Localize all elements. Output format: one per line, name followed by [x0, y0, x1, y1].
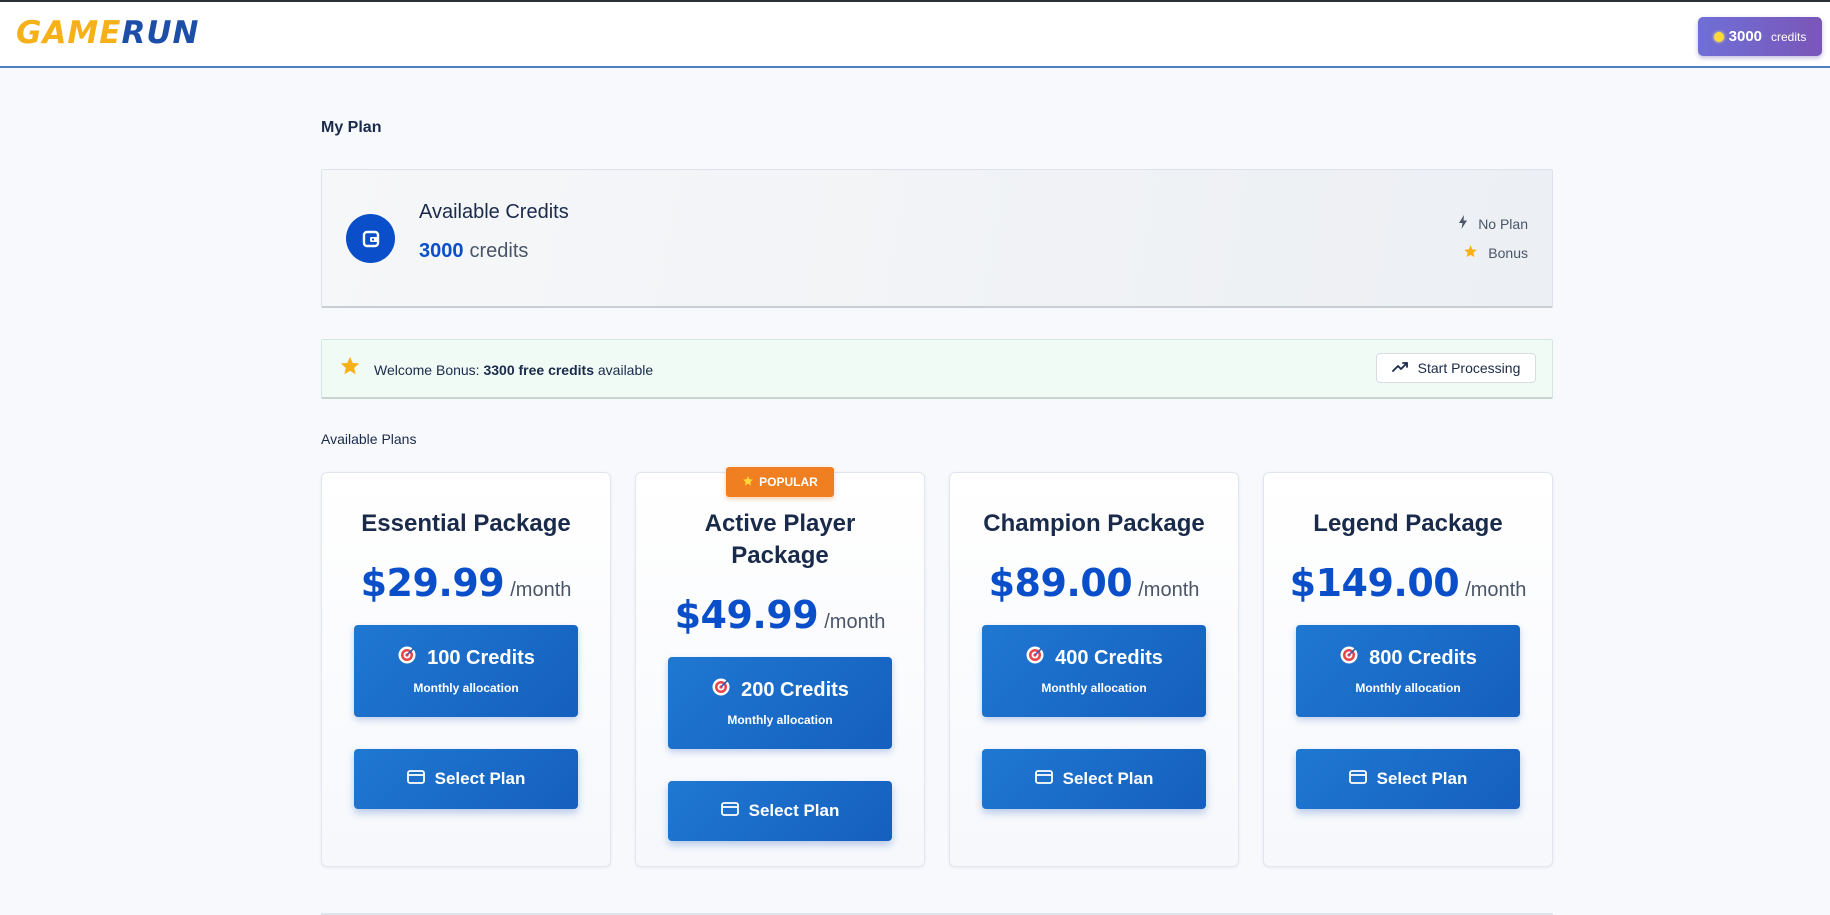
- star-icon: [339, 355, 361, 382]
- bonus-prefix: Welcome Bonus:: [374, 362, 484, 378]
- gamerun-logo[interactable]: GAMERUN: [16, 18, 199, 49]
- welcome-bonus-text: Welcome Bonus: 3300 free credits availab…: [374, 362, 653, 378]
- available-plans-heading: Available Plans: [321, 431, 417, 447]
- logo-text-run: RUN: [121, 15, 200, 51]
- start-processing-label: Start Processing: [1417, 360, 1521, 376]
- target-icon: [1339, 645, 1359, 671]
- plan-price: $29.99/month: [322, 561, 610, 605]
- plan-price: $89.00/month: [950, 561, 1238, 605]
- page-title: My Plan: [321, 119, 382, 136]
- plan-price-amount: $29.99: [360, 561, 505, 605]
- plan-credits: 400 Credits: [1055, 646, 1163, 669]
- select-plan-button[interactable]: Select Plan: [982, 749, 1206, 809]
- plan-credits-subtitle: Monthly allocation: [413, 681, 519, 695]
- credit-card-icon: [720, 801, 739, 821]
- credit-card-icon: [1348, 769, 1367, 789]
- bonus-highlight: 3300 free credits: [483, 362, 594, 378]
- plan-credits: 200 Credits: [741, 678, 849, 701]
- select-plan-label: Select Plan: [748, 801, 840, 820]
- plan-card-essential: Essential Package $29.99/month 100 Credi…: [321, 472, 611, 867]
- plan-price-period: /month: [510, 579, 572, 601]
- bonus-status: Bonus: [1463, 244, 1528, 262]
- header-credits-value: 3000: [1728, 28, 1763, 45]
- header-credits-label: credits: [1771, 29, 1807, 44]
- plan-price-amount: $149.00: [1289, 561, 1460, 605]
- header-credits-badge[interactable]: 3000 credits: [1698, 17, 1822, 56]
- plan-credits-subtitle: Monthly allocation: [1041, 681, 1147, 695]
- plan-name: Active Player Package: [704, 510, 856, 569]
- target-icon: [397, 645, 417, 671]
- plan-price: $149.00/month: [1264, 561, 1552, 605]
- target-icon: [711, 677, 731, 703]
- plan-card-champion: Champion Package $89.00/month 400 Credit…: [949, 472, 1239, 867]
- plan-credits-subtitle: Monthly allocation: [727, 713, 833, 727]
- plan-credits-subtitle: Monthly allocation: [1355, 681, 1461, 695]
- select-plan-button[interactable]: Select Plan: [354, 749, 578, 809]
- credit-card-icon: [406, 769, 425, 789]
- plan-credits-box: 200 Credits Monthly allocation: [668, 657, 892, 749]
- logo-text-game: GAME: [16, 15, 122, 51]
- balance-amount: 3000 credits: [419, 240, 528, 263]
- plan-card-legend: Legend Package $149.00/month 800 Credits…: [1263, 472, 1553, 867]
- popular-badge-label: POPULAR: [759, 475, 818, 489]
- popular-badge: POPULAR: [726, 467, 834, 497]
- plan-price-period: /month: [1465, 579, 1527, 601]
- plan-name: Champion Package: [983, 510, 1205, 537]
- plan-status-text: No Plan: [1478, 215, 1528, 232]
- plan-credits-box: 100 Credits Monthly allocation: [354, 625, 578, 717]
- select-plan-label: Select Plan: [434, 769, 526, 788]
- plan-credits: 100 Credits: [427, 646, 535, 669]
- trending-up-icon: [1391, 360, 1408, 376]
- wallet-icon: [346, 214, 395, 263]
- plan-credits-box: 400 Credits Monthly allocation: [982, 625, 1206, 717]
- balance-value: 3000: [419, 240, 464, 262]
- lightning-icon: [1458, 215, 1468, 232]
- bonus-status-text: Bonus: [1488, 245, 1528, 261]
- coin-icon: [1713, 31, 1724, 42]
- plan-credits: 800 Credits: [1369, 646, 1477, 669]
- star-icon: [1463, 244, 1478, 262]
- plan-price-amount: $49.99: [674, 593, 819, 637]
- target-icon: [1025, 645, 1045, 671]
- balance-title: Available Credits: [419, 201, 569, 223]
- start-processing-button[interactable]: Start Processing: [1376, 353, 1536, 383]
- select-plan-label: Select Plan: [1376, 769, 1468, 788]
- select-plan-button[interactable]: Select Plan: [668, 781, 892, 841]
- top-bar: GAMERUN 3000 credits: [0, 0, 1830, 68]
- bonus-suffix: available: [594, 362, 654, 378]
- plan-price-amount: $89.00: [988, 561, 1133, 605]
- welcome-bonus-banner: Welcome Bonus: 3300 free credits availab…: [321, 339, 1553, 399]
- plan-card-active-player: POPULAR Active Player Package $49.99/mon…: [635, 467, 925, 867]
- select-plan-label: Select Plan: [1062, 769, 1154, 788]
- star-icon: [742, 475, 754, 490]
- plan-credits-box: 800 Credits Monthly allocation: [1296, 625, 1520, 717]
- balance-unit: credits: [469, 240, 529, 262]
- balance-card: Available Credits 3000 credits No Plan Bo…: [321, 169, 1553, 308]
- plan-price-period: /month: [1138, 579, 1200, 601]
- plan-name: Legend Package: [1313, 510, 1503, 537]
- plan-price-period: /month: [824, 611, 886, 633]
- plan-status: No Plan: [1458, 215, 1528, 232]
- select-plan-button[interactable]: Select Plan: [1296, 749, 1520, 809]
- credit-card-icon: [1034, 769, 1053, 789]
- plan-price: $49.99/month: [636, 593, 924, 637]
- plan-name: Essential Package: [361, 510, 571, 537]
